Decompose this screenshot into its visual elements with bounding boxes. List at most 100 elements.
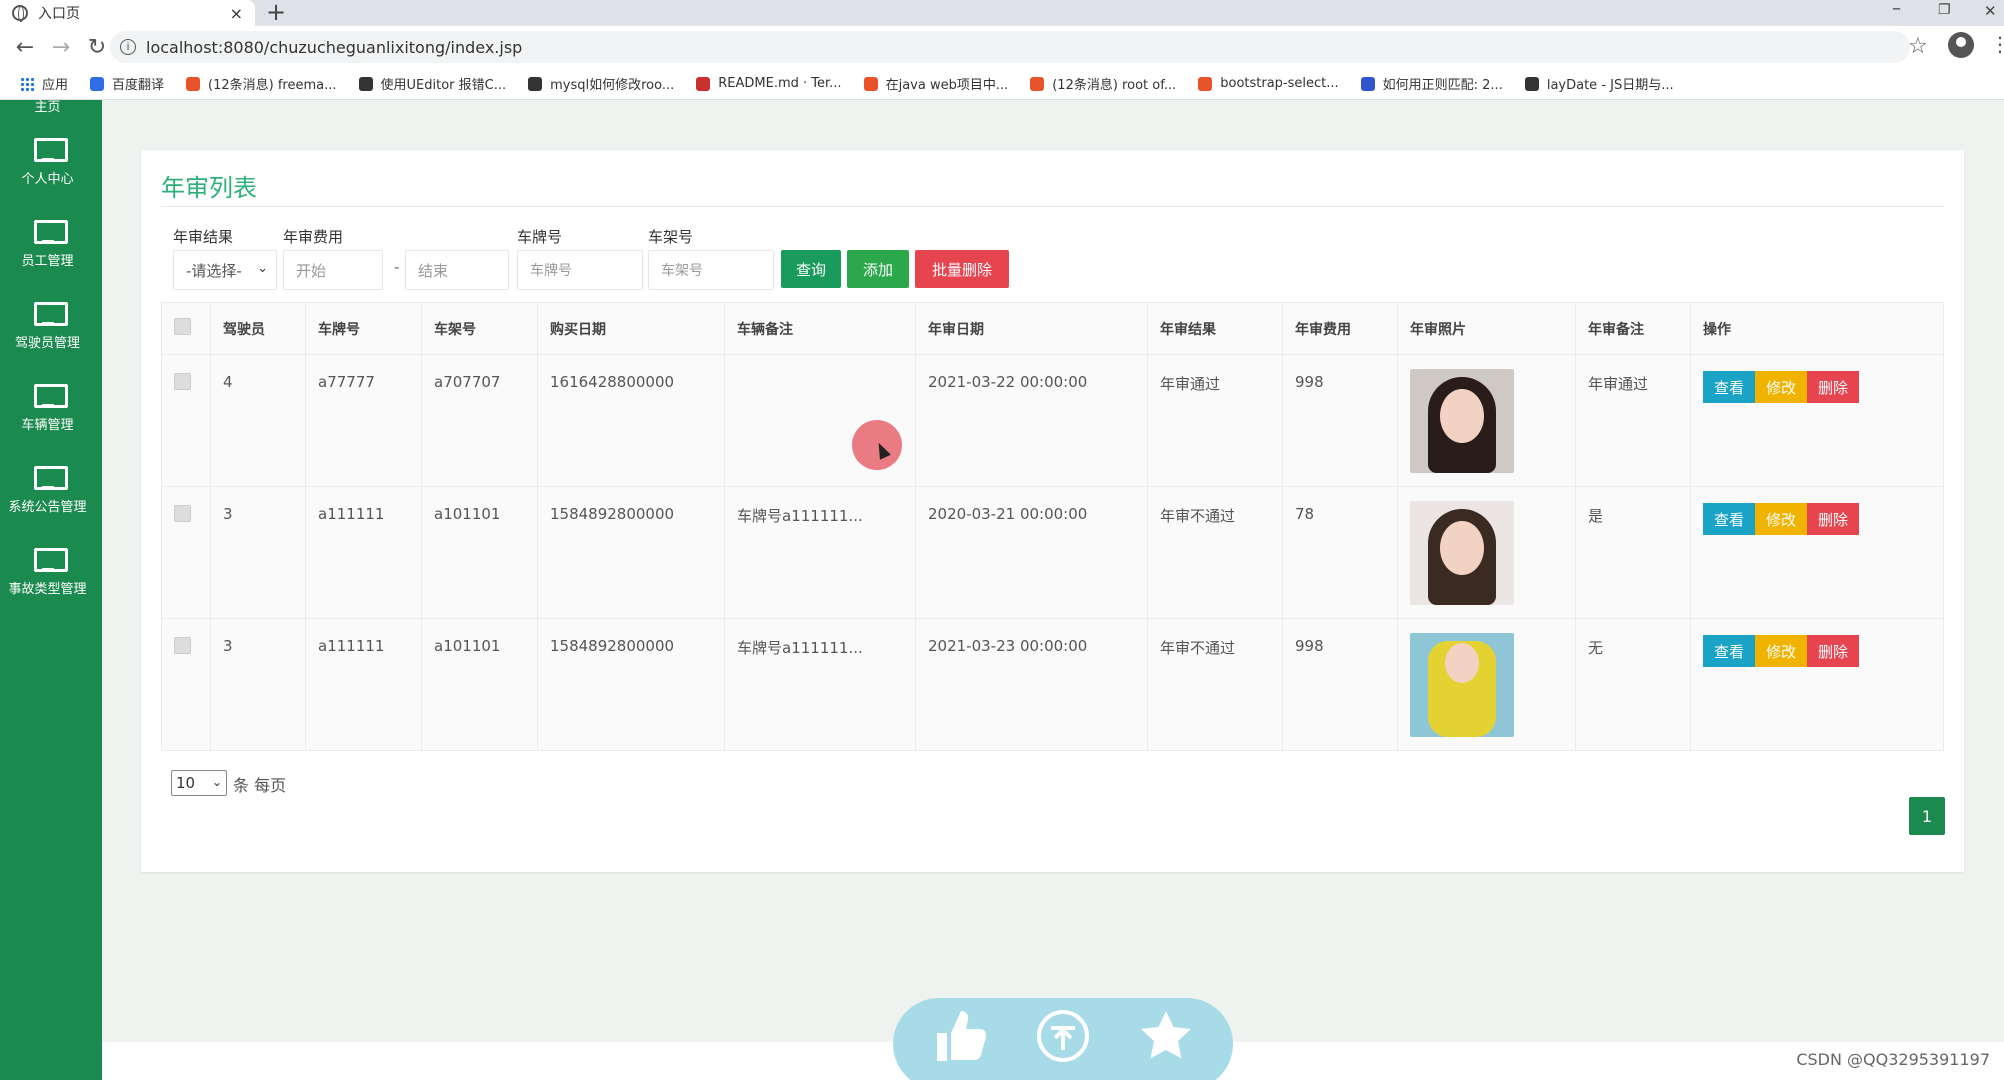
fee-start-input[interactable]: 开始 [283, 250, 383, 290]
bookmark-item[interactable]: layDate - JS日期与... [1524, 74, 1674, 93]
plate-cell: a111111 [305, 618, 422, 751]
edit-button[interactable]: 修改 [1755, 635, 1807, 667]
row-checkbox[interactable] [174, 505, 191, 522]
watermark-text: CSDN @QQ3295391197 [1796, 1050, 1990, 1069]
edit-button[interactable]: 修改 [1755, 503, 1807, 535]
bookmark-item[interactable]: 在java web项目中... [863, 74, 1009, 93]
monitor-icon [33, 138, 68, 162]
delete-button[interactable]: 删除 [1807, 371, 1859, 403]
edit-button[interactable]: 修改 [1755, 371, 1807, 403]
bookmark-item[interactable]: bootstrap-select... [1198, 76, 1339, 91]
bookmark-star-icon[interactable]: ☆ [1908, 34, 1928, 59]
view-button[interactable]: 查看 [1703, 371, 1755, 403]
batch-delete-button[interactable]: 批量删除 [915, 250, 1009, 288]
column-header[interactable]: 年审费用 [1282, 302, 1398, 355]
minimize-button[interactable]: – [1892, 0, 1901, 19]
back-icon[interactable]: ← [14, 35, 36, 60]
column-header[interactable]: 车架号 [421, 302, 538, 355]
close-window-button[interactable]: ✕ [1984, 2, 1997, 20]
forward-icon[interactable]: → [50, 35, 72, 60]
reload-icon[interactable]: ↻ [86, 35, 108, 60]
sidebar-item-staff[interactable]: 员工管理 [0, 220, 95, 290]
photo-face [1440, 389, 1484, 443]
page-number-button[interactable]: 1 [1909, 797, 1945, 835]
plate-filter-label: 车牌号 [517, 228, 563, 246]
bookmark-label: mysql如何修改roo... [550, 78, 675, 93]
page-size-select[interactable]: 10 ⌄ [171, 770, 227, 796]
column-header[interactable]: 购买日期 [537, 302, 725, 355]
table-row: 3 a111111 a101101 1584892800000 车牌号a1111… [161, 618, 1944, 751]
bookmark-item[interactable]: 百度翻译 [90, 74, 164, 93]
frame-input[interactable]: 车架号 [648, 250, 774, 290]
fee-cell: 78 [1282, 486, 1398, 619]
delete-button[interactable]: 删除 [1807, 503, 1859, 535]
page-size-suffix: 条 每页 [233, 776, 287, 795]
audit-date-cell: 2021-03-22 00:00:00 [915, 354, 1148, 487]
restore-button[interactable]: ❐ [1938, 2, 1951, 18]
thumbs-up-icon[interactable] [930, 1006, 990, 1066]
column-header[interactable]: 车牌号 [305, 302, 422, 355]
add-button[interactable]: 添加 [847, 250, 909, 288]
monitor-icon [33, 548, 68, 572]
monitor-icon [33, 302, 68, 326]
bookmark-label: 在java web项目中... [885, 78, 1009, 93]
row-actions: 查看 修改 删除 [1703, 371, 1943, 403]
bookmark-item[interactable]: (12条消息) root of... [1030, 74, 1176, 93]
frame-cell: a101101 [421, 486, 538, 619]
column-header[interactable]: 年审结果 [1147, 302, 1283, 355]
actions-cell: 查看 修改 删除 [1690, 618, 1944, 751]
view-button[interactable]: 查看 [1703, 503, 1755, 535]
bookmark-item[interactable]: README.md · Ter... [696, 76, 842, 91]
fee-end-input[interactable]: 结束 [405, 250, 509, 290]
sidebar-item-accident-types[interactable]: 事故类型管理 [0, 548, 95, 618]
audit-photo[interactable] [1410, 501, 1514, 605]
row-checkbox[interactable] [174, 637, 191, 654]
column-header[interactable]: 年审照片 [1397, 302, 1576, 355]
search-button[interactable]: 查询 [781, 250, 841, 288]
result-filter-select[interactable]: -请选择- ⌄ [173, 250, 277, 290]
delete-button[interactable]: 删除 [1807, 635, 1859, 667]
row-checkbox[interactable] [174, 373, 191, 390]
coin-icon[interactable] [1033, 1006, 1093, 1066]
bookmark-favicon-icon [1030, 76, 1045, 91]
sidebar-item-personal-center[interactable]: 个人中心 [0, 138, 95, 208]
column-header[interactable]: 年审日期 [915, 302, 1148, 355]
bookmark-item[interactable]: (12条消息) freema... [186, 74, 337, 93]
sidebar-item-home[interactable]: 主页 [0, 96, 95, 115]
buy-date-cell: 1584892800000 [537, 618, 725, 751]
result-cell: 年审不通过 [1147, 618, 1283, 751]
bookmark-item[interactable]: mysql如何修改roo... [528, 74, 674, 93]
frame-cell: a101101 [421, 618, 538, 751]
chevron-down-icon: ⌄ [211, 775, 222, 789]
photo-cell [1397, 486, 1576, 619]
view-button[interactable]: 查看 [1703, 635, 1755, 667]
select-all-checkbox[interactable] [174, 318, 191, 335]
column-header[interactable]: 车辆备注 [724, 302, 916, 355]
star-icon[interactable] [1136, 1006, 1196, 1066]
table-row: 3 a111111 a101101 1584892800000 车牌号a1111… [161, 486, 1944, 619]
menu-icon[interactable]: ⋮ [1990, 32, 2004, 56]
browser-tab[interactable]: 入口页 × [0, 0, 255, 26]
bookmark-item[interactable]: 使用UEditor 报错C... [358, 74, 506, 93]
profile-icon[interactable] [1948, 32, 1974, 58]
tab-close-icon[interactable]: × [230, 4, 243, 23]
audit-photo[interactable] [1410, 369, 1514, 473]
audit-note-cell: 无 [1575, 618, 1691, 751]
info-icon[interactable]: i [120, 39, 136, 55]
sidebar-item-announcements[interactable]: 系统公告管理 [0, 466, 95, 536]
url-input[interactable]: i localhost:8080/chuzucheguanlixitong/in… [110, 31, 1910, 63]
title-divider [161, 206, 1944, 207]
sidebar-item-drivers[interactable]: 驾驶员管理 [0, 302, 95, 372]
sidebar-item-label: 系统公告管理 [8, 500, 87, 515]
bookmark-item[interactable]: 应用 [12, 74, 68, 93]
audit-photo[interactable] [1410, 633, 1514, 737]
sidebar-item-label: 驾驶员管理 [14, 336, 80, 351]
bookmark-favicon-icon [863, 76, 878, 91]
bookmark-item[interactable]: 如何用正则匹配: 2... [1360, 74, 1503, 93]
new-tab-button[interactable]: + [266, 0, 286, 26]
column-header[interactable]: 年审备注 [1575, 302, 1691, 355]
result-cell: 年审不通过 [1147, 486, 1283, 619]
plate-input[interactable]: 车牌号 [517, 250, 643, 290]
sidebar-item-vehicles[interactable]: 车辆管理 [0, 384, 95, 454]
column-header[interactable]: 驾驶员 [210, 302, 306, 355]
